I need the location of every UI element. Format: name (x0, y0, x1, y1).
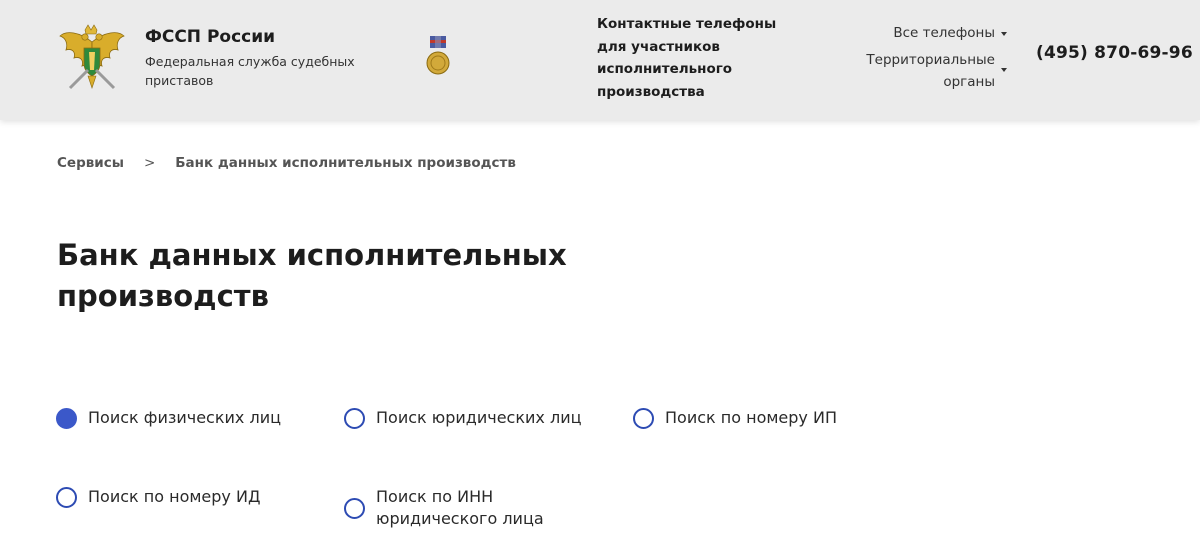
search-option-ip-number[interactable]: Поиск по номеру ИП (633, 407, 837, 429)
double-headed-eagle-emblem-icon[interactable] (58, 22, 126, 94)
breadcrumb-item-services[interactable]: Сервисы (57, 155, 124, 171)
org-subtitle: Федеральная служба судебных приставов (145, 54, 355, 88)
org-title[interactable]: ФССП России (145, 27, 275, 47)
breadcrumb: Сервисы > Банк данных исполнительных про… (57, 155, 516, 171)
search-option-label: Поиск по ИНН юридического лица (376, 487, 544, 528)
contacts-note-link[interactable]: Контактные телефоны для участников испол… (597, 13, 797, 103)
page-title: Банк данных исполнительных производств (57, 238, 567, 313)
chevron-down-icon (1001, 68, 1007, 72)
all-phones-dropdown[interactable]: Все телефоны (893, 22, 995, 44)
chevron-down-icon (1001, 32, 1007, 36)
hotline-phone[interactable]: (495) 870-69-96 (1036, 43, 1193, 63)
search-option-label: Поиск по номеру ИД (88, 487, 261, 506)
site-header: ФССП России Федеральная служба судебных … (0, 0, 1200, 120)
search-option-label: Поиск по номеру ИП (665, 408, 837, 427)
search-option-label: Поиск физических лиц (88, 408, 281, 427)
search-option-individuals[interactable]: Поиск физических лиц (56, 407, 281, 429)
radio-button[interactable] (344, 497, 365, 519)
radio-button[interactable] (344, 407, 365, 429)
radio-button[interactable] (56, 486, 77, 508)
medal-award-icon (426, 36, 450, 75)
search-option-label: Поиск юридических лиц (376, 408, 582, 427)
territorial-bodies-dropdown[interactable]: Территориальные органы (845, 49, 995, 93)
radio-button[interactable] (56, 407, 77, 429)
search-option-id-number[interactable]: Поиск по номеру ИД (56, 486, 260, 508)
breadcrumb-separator: > (143, 155, 156, 171)
radio-button[interactable] (633, 407, 654, 429)
search-option-inn-legal-entity[interactable]: Поиск по ИНН юридического лица (344, 486, 576, 530)
search-option-legal-entities[interactable]: Поиск юридических лиц (344, 407, 581, 429)
breadcrumb-item-current: Банк данных исполнительных производств (175, 155, 516, 171)
